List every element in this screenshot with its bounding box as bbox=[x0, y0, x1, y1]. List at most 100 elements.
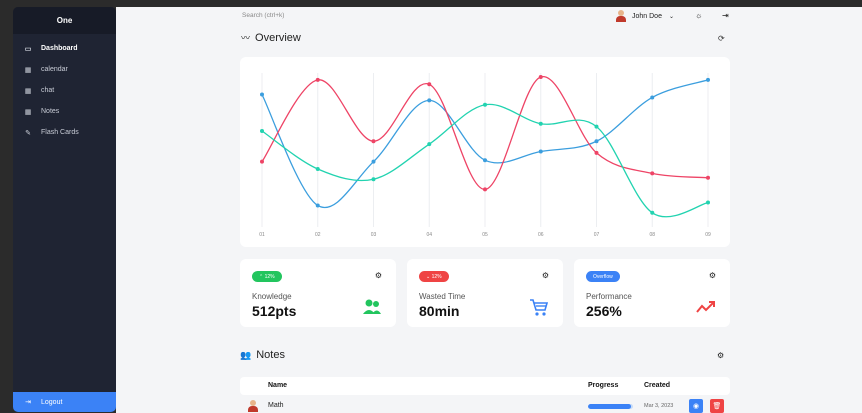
topbar: Search (ctrl+k) John Doe ⌄ ☼ ⇥ bbox=[116, 7, 862, 27]
data-point[interactable] bbox=[650, 95, 655, 100]
x-tick-label: 06 bbox=[538, 232, 544, 238]
data-point[interactable] bbox=[538, 75, 543, 79]
column-progress[interactable]: Progress bbox=[588, 382, 618, 389]
sidebar-item-label: Flash Cards bbox=[41, 129, 79, 136]
stat-card-wasted-time: ⌄ 12% ⚙ Wasted Time 80min bbox=[407, 259, 563, 327]
data-point[interactable] bbox=[260, 129, 264, 134]
note-name: Math bbox=[268, 402, 284, 409]
column-name[interactable]: Name bbox=[268, 382, 287, 389]
x-tick-label: 03 bbox=[371, 232, 377, 238]
notes-table-header: Name Progress Created bbox=[240, 377, 730, 395]
delete-button[interactable]: 🗑 bbox=[710, 399, 724, 413]
gear-icon[interactable]: ⚙ bbox=[709, 271, 716, 280]
search-input[interactable]: Search (ctrl+k) bbox=[242, 12, 284, 19]
logout-label: Logout bbox=[41, 398, 63, 406]
avatar bbox=[248, 400, 258, 412]
data-point[interactable] bbox=[483, 158, 487, 163]
users-icon bbox=[363, 299, 381, 314]
data-point[interactable] bbox=[706, 175, 710, 180]
progress-fill bbox=[588, 404, 631, 409]
stat-value: 512pts bbox=[252, 303, 297, 319]
sidebar-item-chat[interactable]: ▦ chat bbox=[13, 80, 116, 101]
column-created[interactable]: Created bbox=[644, 382, 670, 389]
data-point[interactable] bbox=[594, 124, 599, 129]
users-icon: 👥 bbox=[240, 349, 252, 360]
data-point[interactable] bbox=[483, 187, 487, 192]
x-tick-label: 02 bbox=[315, 232, 321, 238]
data-point[interactable] bbox=[538, 121, 543, 126]
logout-button[interactable]: ⇥ Logout bbox=[13, 392, 116, 412]
logout-icon: ⇥ bbox=[25, 399, 31, 406]
data-point[interactable] bbox=[538, 149, 543, 154]
theme-toggle-icon[interactable]: ☼ bbox=[695, 11, 702, 20]
notes-title-text: Notes bbox=[256, 349, 285, 361]
sidebar-item-label: Notes bbox=[41, 108, 60, 115]
data-point[interactable] bbox=[315, 77, 320, 82]
data-point[interactable] bbox=[650, 171, 655, 176]
stat-card-knowledge: ⌃ 12% ⚙ Knowledge 512pts bbox=[240, 259, 396, 327]
sign-out-icon[interactable]: ⇥ bbox=[722, 11, 729, 20]
trend-icon bbox=[696, 301, 715, 313]
stat-value: 80min bbox=[419, 303, 460, 319]
sidebar-item-calendar[interactable]: ▦ calendar bbox=[13, 59, 116, 80]
eye-icon: ◉ bbox=[692, 403, 700, 410]
status-badge: ⌄ 12% bbox=[419, 271, 449, 282]
edit-icon: ✎ bbox=[25, 129, 31, 137]
view-button[interactable]: ◉ bbox=[689, 399, 703, 413]
x-tick-label: 09 bbox=[705, 232, 711, 238]
sidebar: One ▭ Dashboard ▦ calendar ▦ chat ▦ Note… bbox=[13, 7, 116, 412]
data-point[interactable] bbox=[371, 177, 376, 182]
chevron-down-icon: ⌄ bbox=[668, 13, 674, 20]
gear-icon[interactable]: ⚙ bbox=[542, 271, 549, 280]
user-menu[interactable]: John Doe ⌄ bbox=[616, 9, 674, 23]
chat-icon: ▦ bbox=[24, 87, 32, 95]
data-point[interactable] bbox=[427, 98, 432, 103]
data-point[interactable] bbox=[315, 166, 320, 171]
overview-title-text: Overview bbox=[255, 31, 301, 44]
data-point[interactable] bbox=[260, 92, 264, 97]
data-point[interactable] bbox=[594, 139, 599, 144]
data-point[interactable] bbox=[594, 150, 599, 155]
data-point[interactable] bbox=[706, 77, 710, 82]
status-badge: Overflow bbox=[586, 271, 620, 282]
data-point[interactable] bbox=[260, 159, 264, 164]
avatar bbox=[616, 10, 626, 22]
overview-title: 〰 Overview bbox=[241, 31, 301, 44]
stat-label: Knowledge bbox=[252, 292, 292, 301]
data-point[interactable] bbox=[650, 210, 655, 215]
sidebar-item-flash-cards[interactable]: ✎ Flash Cards bbox=[13, 122, 116, 143]
gear-icon[interactable]: ⚙ bbox=[717, 351, 724, 360]
data-point[interactable] bbox=[371, 159, 376, 164]
data-point[interactable] bbox=[371, 139, 376, 144]
data-point[interactable] bbox=[315, 203, 320, 208]
data-point[interactable] bbox=[706, 200, 710, 205]
sidebar-nav: ▭ Dashboard ▦ calendar ▦ chat ▦ Notes ✎ … bbox=[13, 34, 116, 143]
chart-line-icon: 〰 bbox=[241, 33, 251, 43]
sidebar-item-notes[interactable]: ▦ Notes bbox=[13, 101, 116, 122]
stat-label: Performance bbox=[586, 292, 632, 301]
sidebar-item-dashboard[interactable]: ▭ Dashboard bbox=[13, 38, 116, 59]
sidebar-item-label: Dashboard bbox=[41, 45, 78, 52]
data-point[interactable] bbox=[483, 102, 487, 107]
main-content: Search (ctrl+k) John Doe ⌄ ☼ ⇥ 〰 Overvie… bbox=[116, 7, 862, 413]
notes-title: 👥 Notes bbox=[240, 349, 285, 361]
data-point[interactable] bbox=[427, 142, 432, 147]
user-name: John Doe bbox=[632, 12, 662, 20]
x-tick-label: 08 bbox=[649, 232, 655, 238]
x-tick-label: 04 bbox=[426, 232, 432, 238]
refresh-icon[interactable]: ⟳ bbox=[718, 34, 725, 43]
table-row[interactable]: Math Mar 3, 2023 ◉ 🗑 bbox=[240, 399, 730, 413]
gear-icon[interactable]: ⚙ bbox=[375, 271, 382, 280]
brand-logo: One bbox=[13, 7, 116, 34]
data-point[interactable] bbox=[427, 82, 432, 87]
status-badge: ⌃ 12% bbox=[252, 271, 282, 282]
progress-bar bbox=[588, 404, 633, 409]
created-date: Mar 3, 2023 bbox=[644, 403, 674, 409]
app-frame: One ▭ Dashboard ▦ calendar ▦ chat ▦ Note… bbox=[0, 0, 862, 413]
trash-icon: 🗑 bbox=[712, 403, 722, 410]
x-tick-label: 05 bbox=[482, 232, 488, 238]
sidebar-item-label: chat bbox=[41, 87, 55, 94]
stat-card-performance: Overflow ⚙ Performance 256% bbox=[574, 259, 730, 327]
x-tick-label: 07 bbox=[594, 232, 600, 238]
stat-value: 256% bbox=[586, 303, 622, 319]
